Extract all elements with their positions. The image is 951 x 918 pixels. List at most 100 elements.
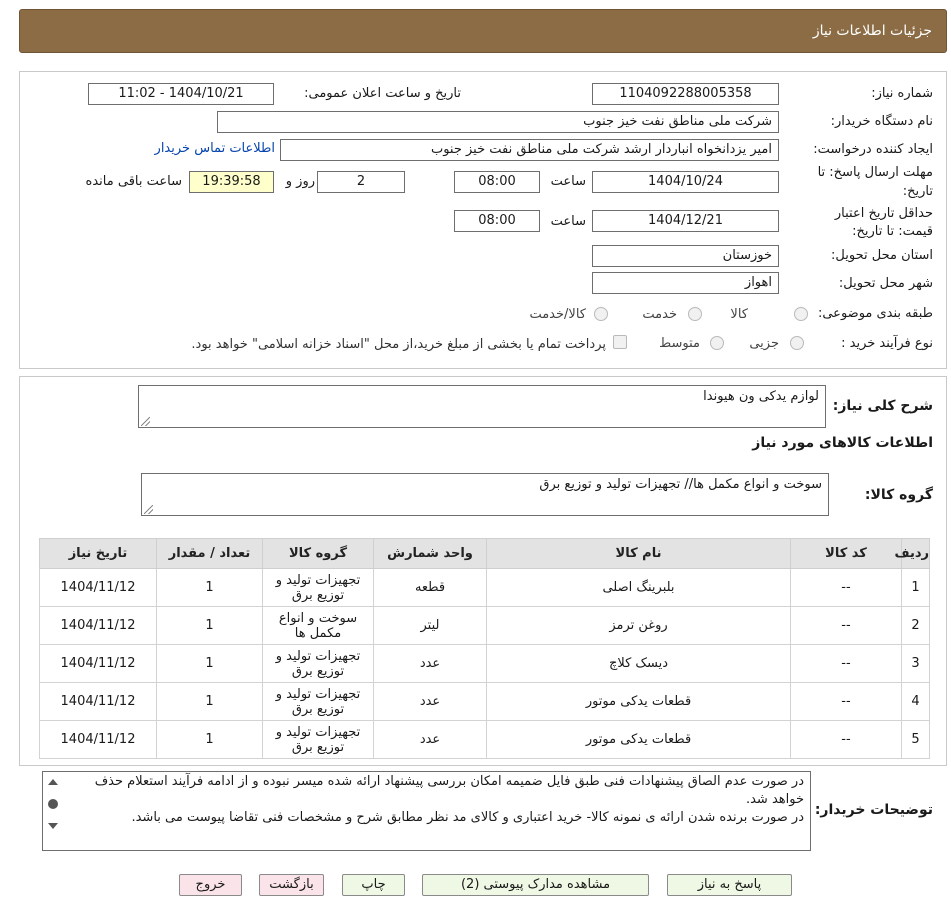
- category-label: طبقه بندی موضوعی:: [817, 306, 933, 321]
- deadline-date-field: 1404/10/24: [592, 171, 779, 193]
- exit-button[interactable]: خروج: [179, 874, 242, 896]
- city-field: اهواز: [592, 272, 779, 294]
- cell-group: تجهیزات تولید و توزیع برق: [262, 568, 374, 607]
- cell-unit: لیتر: [373, 606, 487, 645]
- general-desc-label: شرح کلی نیاز:: [832, 398, 933, 414]
- view-attachments-button[interactable]: مشاهده مدارک پیوستی (2): [422, 874, 649, 896]
- items-table-wrapper: ردیف کد کالا نام کالا واحد شمارش گروه کا…: [39, 538, 930, 759]
- validity-time-label: ساعت: [550, 214, 586, 229]
- announce-datetime-field: 1404/10/21 - 11:02: [88, 83, 274, 105]
- days-label: روز و: [285, 174, 315, 189]
- cell-qty: 1: [156, 644, 263, 683]
- cell-row-num: 2: [901, 606, 930, 645]
- province-field: خوزستان: [592, 245, 779, 267]
- page-title: جزئیات اطلاعات نیاز: [812, 23, 932, 39]
- deadline-time-field: 08:00: [454, 171, 540, 193]
- category-radio-service[interactable]: [688, 307, 702, 321]
- page-header: جزئیات اطلاعات نیاز: [19, 9, 947, 53]
- buyer-notes-line-1: در صورت عدم الصاق پیشنهادات فنی طبق فایل…: [94, 774, 804, 807]
- cell-code: --: [790, 644, 902, 683]
- cell-unit: عدد: [373, 720, 487, 759]
- process-radio-minor[interactable]: [790, 336, 804, 350]
- col-header-code: کد کالا: [790, 538, 902, 569]
- scroll-up-icon: [48, 779, 58, 785]
- scroll-thumb-icon: [48, 799, 58, 809]
- process-radio-medium[interactable]: [710, 336, 724, 350]
- category-radio-both[interactable]: [594, 307, 608, 321]
- print-button[interactable]: چاپ: [342, 874, 405, 896]
- items-table: ردیف کد کالا نام کالا واحد شمارش گروه کا…: [39, 538, 930, 759]
- table-row: 4 -- قطعات یدکی موتور عدد تجهیزات تولید …: [39, 682, 930, 721]
- creator-label: ایجاد کننده درخواست:: [813, 142, 933, 157]
- validity-label: حداقل تاریخ اعتبار: [834, 206, 933, 221]
- table-row: 2 -- روغن ترمز لیتر سوخت و انواع مکمل ها…: [39, 606, 930, 645]
- goods-group-label: گروه کالا:: [864, 487, 933, 503]
- general-desc-textarea[interactable]: لوازم یدکی ون هیوندا: [138, 385, 826, 428]
- deadline-label: مهلت ارسال پاسخ: تا: [817, 165, 933, 180]
- cell-name: روغن ترمز: [486, 606, 791, 645]
- cell-qty: 1: [156, 682, 263, 721]
- notes-scrollbar[interactable]: [45, 775, 61, 851]
- treasury-payment-checkbox[interactable]: [613, 335, 627, 349]
- table-row: 3 -- دیسک کلاچ عدد تجهیزات تولید و توزیع…: [39, 644, 930, 683]
- col-header-name: نام کالا: [486, 538, 791, 569]
- cell-group: تجهیزات تولید و توزیع برق: [262, 644, 374, 683]
- back-button[interactable]: بازگشت: [259, 874, 324, 896]
- col-header-group: گروه کالا: [262, 538, 374, 569]
- validity-date-field: 1404/12/21: [592, 210, 779, 232]
- col-header-qty: تعداد / مقدار: [156, 538, 263, 569]
- goods-group-textarea[interactable]: سوخت و انواع مکمل ها// تجهیزات تولید و ت…: [141, 473, 829, 516]
- buyer-contact-link[interactable]: اطلاعات تماس خریدار: [155, 141, 275, 156]
- cell-qty: 1: [156, 606, 263, 645]
- cell-name: قطعات یدکی موتور: [486, 720, 791, 759]
- buyer-notes-textarea[interactable]: در صورت عدم الصاق پیشنهادات فنی طبق فایل…: [42, 771, 811, 851]
- validity-label-2: قیمت: تا تاریخ:: [852, 224, 933, 239]
- cell-unit: عدد: [373, 644, 487, 683]
- need-number-field: 1104092288005358: [592, 83, 779, 105]
- respond-button[interactable]: پاسخ به نیاز: [667, 874, 792, 896]
- buyer-org-label: نام دستگاه خریدار:: [830, 114, 933, 129]
- cell-row-num: 4: [901, 682, 930, 721]
- cell-name: دیسک کلاچ: [486, 644, 791, 683]
- validity-time-field: 08:00: [454, 210, 540, 232]
- buyer-org-field: شرکت ملی مناطق نفت خیز جنوب: [217, 111, 779, 133]
- general-desc-text: لوازم یدکی ون هیوندا: [703, 389, 819, 404]
- cell-row-num: 3: [901, 644, 930, 683]
- goods-info-title: اطلاعات کالاهای مورد نیاز: [752, 435, 933, 451]
- cell-unit: عدد: [373, 682, 487, 721]
- cell-row-num: 1: [901, 568, 930, 607]
- announce-label: تاریخ و ساعت اعلان عمومی:: [304, 86, 461, 101]
- scroll-down-icon: [48, 823, 58, 829]
- cell-group: تجهیزات تولید و توزیع برق: [262, 682, 374, 721]
- cell-qty: 1: [156, 720, 263, 759]
- resize-grip-icon[interactable]: [141, 417, 150, 426]
- process-label: نوع فرآیند خرید :: [841, 336, 933, 351]
- city-label: شهر محل تحویل:: [838, 276, 933, 291]
- cell-group: تجهیزات تولید و توزیع برق: [262, 720, 374, 759]
- col-header-date: تاریخ نیاز: [39, 538, 157, 569]
- cell-unit: قطعه: [373, 568, 487, 607]
- cell-code: --: [790, 606, 902, 645]
- table-row: 1 -- بلبرینگ اصلی قطعه تجهیزات تولید و ت…: [39, 568, 930, 607]
- cell-date: 1404/11/12: [39, 606, 157, 645]
- remaining-days-field: 2: [317, 171, 405, 193]
- category-radio-goods[interactable]: [794, 307, 808, 321]
- cell-row-num: 5: [901, 720, 930, 759]
- category-option-goods: کالا: [730, 307, 748, 322]
- table-header-row: ردیف کد کالا نام کالا واحد شمارش گروه کا…: [39, 538, 930, 569]
- process-option-minor: جزیی: [749, 336, 779, 351]
- cell-name: بلبرینگ اصلی: [486, 568, 791, 607]
- resize-grip-icon[interactable]: [144, 505, 153, 514]
- deadline-time-label: ساعت: [550, 174, 586, 189]
- buyer-notes-label: توضیحات خریدار:: [814, 802, 933, 818]
- province-label: استان محل تحویل:: [831, 248, 933, 263]
- process-option-medium: متوسط: [659, 336, 700, 351]
- treasury-payment-note: پرداخت تمام یا بخشی از مبلغ خرید،از محل …: [191, 337, 606, 352]
- category-option-both: کالا/خدمت: [529, 307, 586, 322]
- col-header-row-num: ردیف: [894, 538, 930, 569]
- cell-code: --: [790, 568, 902, 607]
- remaining-time-field: 19:39:58: [189, 171, 274, 193]
- cell-name: قطعات یدکی موتور: [486, 682, 791, 721]
- table-row: 5 -- قطعات یدکی موتور عدد تجهیزات تولید …: [39, 720, 930, 759]
- category-option-service: خدمت: [642, 307, 677, 322]
